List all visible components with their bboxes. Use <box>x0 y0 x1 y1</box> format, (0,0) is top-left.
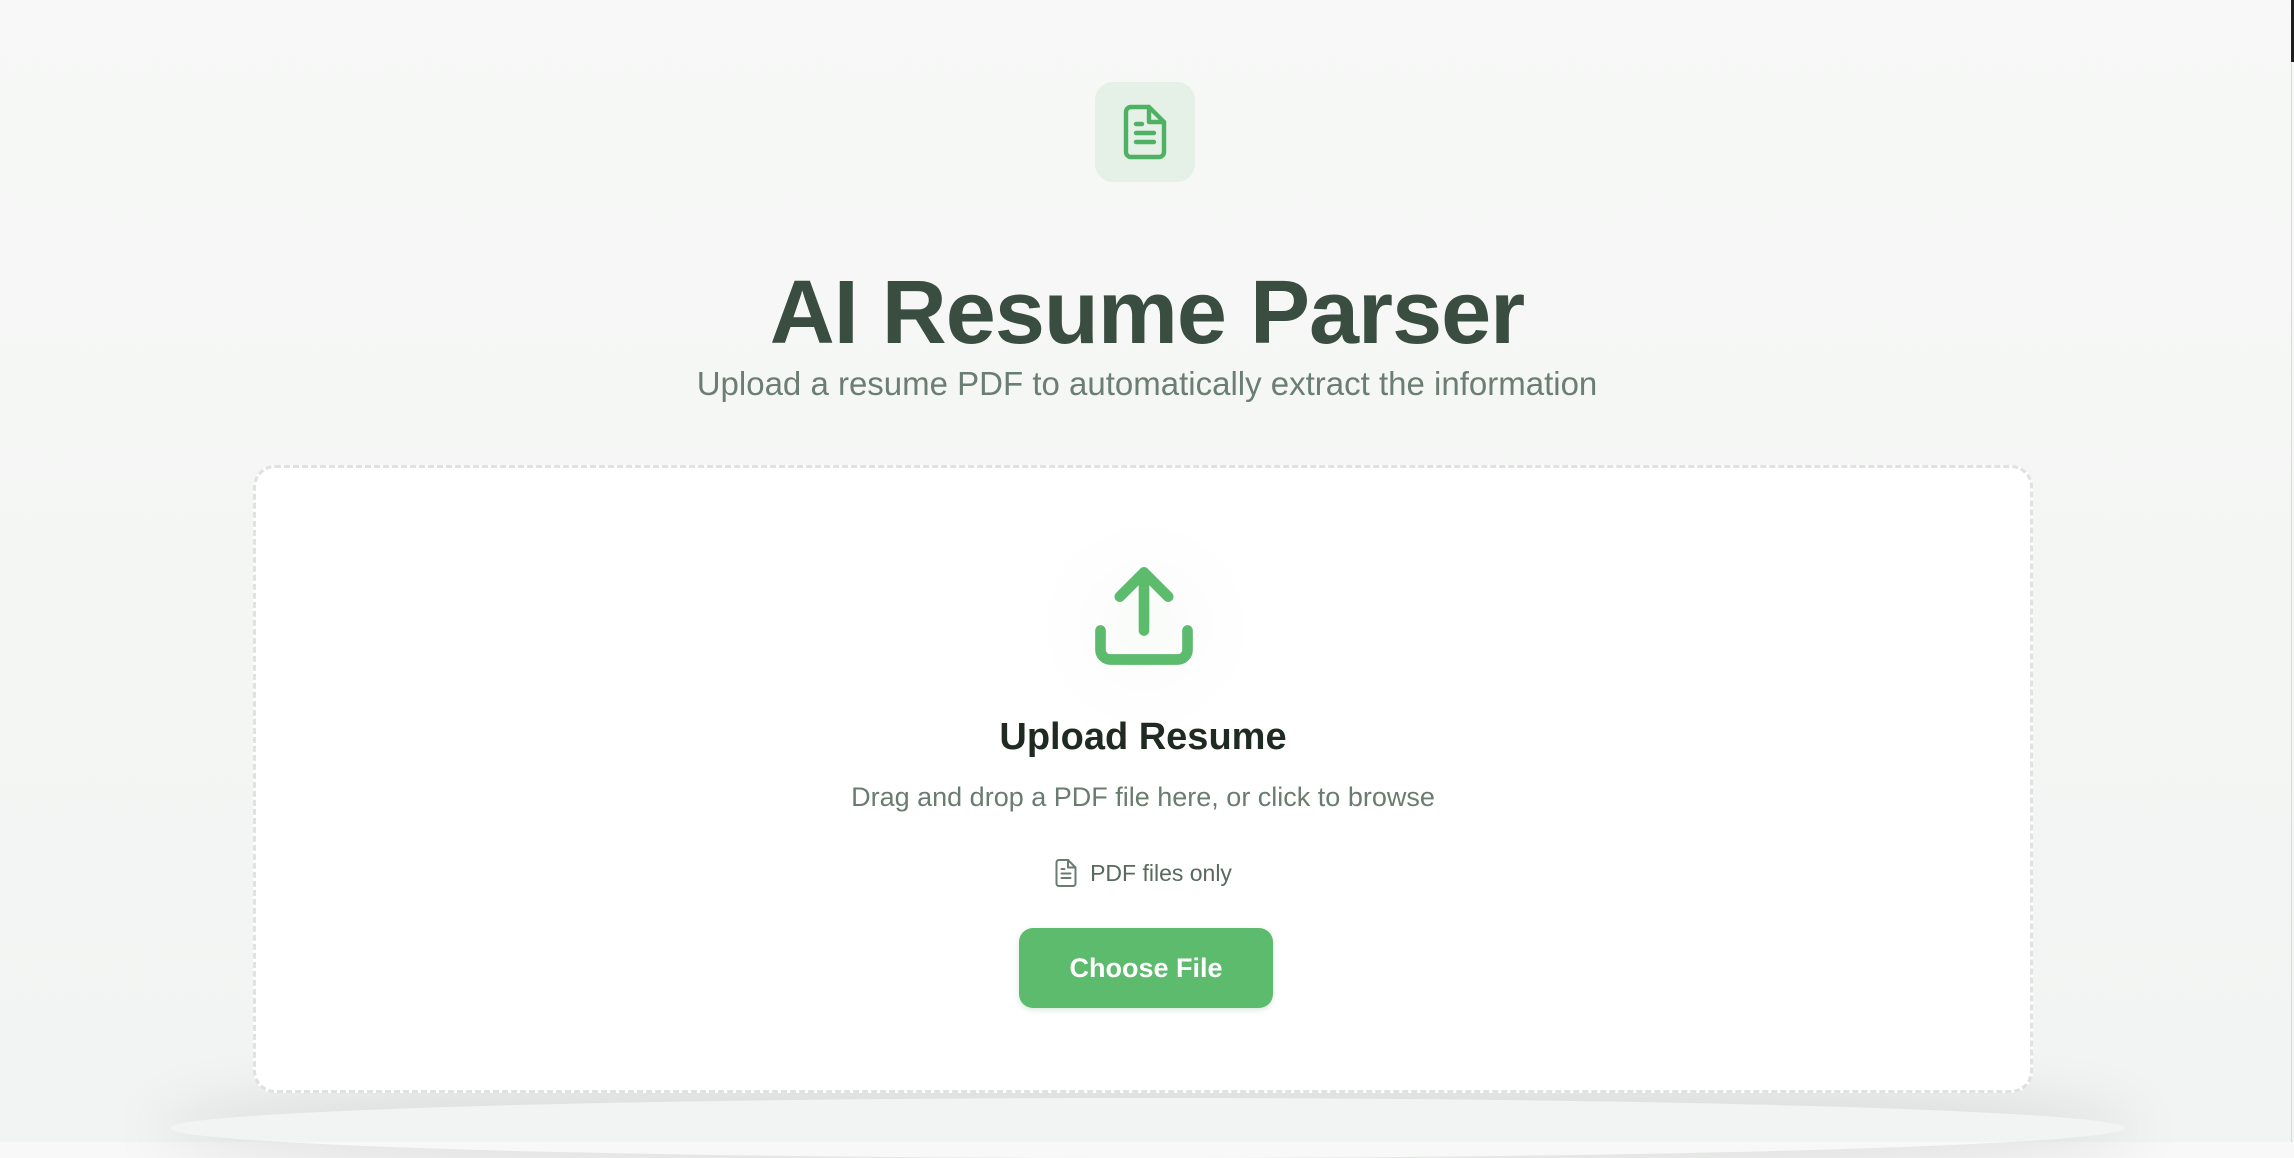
upload-dropzone[interactable]: Upload Resume Drag and drop a PDF file h… <box>253 465 2033 1093</box>
file-icon <box>1055 859 1077 887</box>
choose-file-button[interactable]: Choose File <box>1019 928 1273 1008</box>
upload-title: Upload Resume <box>999 716 1287 758</box>
page-title: AI Resume Parser <box>769 263 1525 364</box>
page-subtitle: Upload a resume PDF to automatically ext… <box>696 365 1598 402</box>
upload-description: Drag and drop a PDF file here, or click … <box>851 782 1435 812</box>
window-edge <box>2291 0 2292 1142</box>
upload-icon <box>1095 567 1193 665</box>
header-icon-box <box>1095 82 1195 182</box>
card-shadow <box>170 1098 2124 1158</box>
file-type-note: PDF files only <box>256 858 2030 888</box>
file-type-note-label: PDF files only <box>1090 859 1232 886</box>
document-icon <box>1123 104 1167 160</box>
